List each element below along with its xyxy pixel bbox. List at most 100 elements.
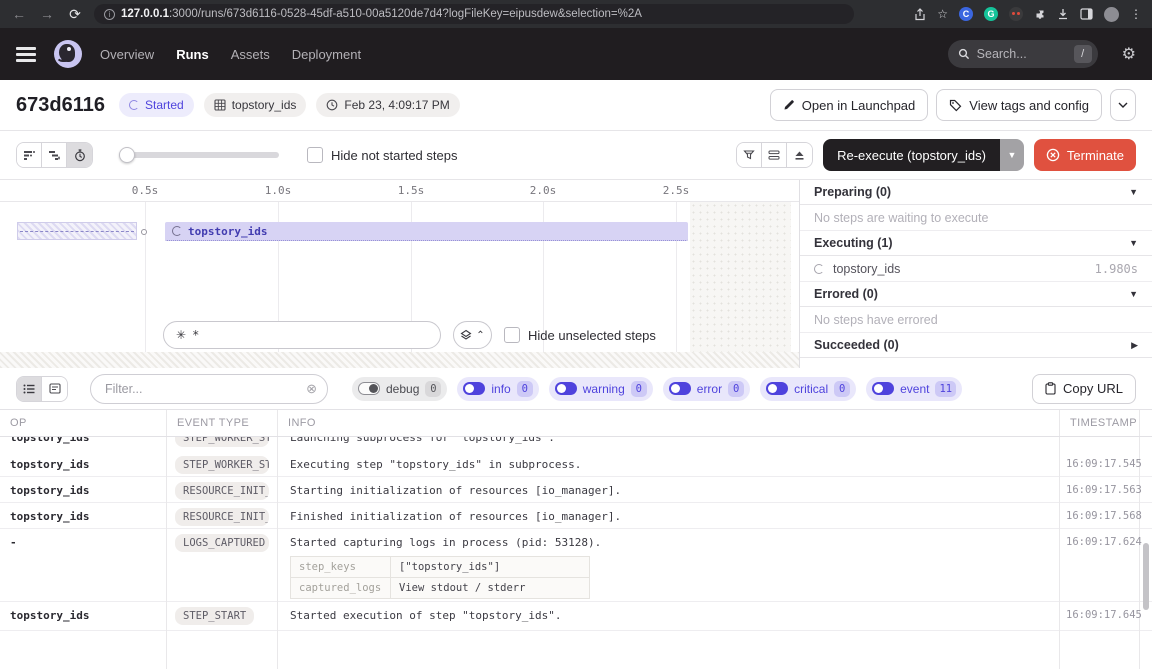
view-stdout-stderr-link[interactable]: View stdout / stderr xyxy=(391,578,533,598)
browser-reload-icon[interactable]: ⟳ xyxy=(66,6,84,23)
share-icon[interactable] xyxy=(914,8,926,21)
copy-url-button[interactable]: Copy URL xyxy=(1032,374,1136,404)
waterfall-view-button[interactable] xyxy=(42,143,67,167)
nav-tab-runs[interactable]: Runs xyxy=(176,47,209,62)
gantt-toolbar: Hide not started steps Re-execute (topst… xyxy=(0,131,1152,180)
clear-filter-icon[interactable]: ⊗ xyxy=(306,381,317,397)
status-spinner-icon xyxy=(129,100,139,110)
section-errored[interactable]: Errored (0) ▼ xyxy=(800,282,1152,307)
table-row[interactable]: topstory_ids RESOURCE_INIT_STAR_ Startin… xyxy=(0,477,1152,503)
stopwatch-icon xyxy=(74,149,86,162)
graph-layers-button[interactable]: ⌃ xyxy=(453,321,492,349)
download-icon[interactable] xyxy=(1057,8,1069,20)
hide-not-started-label: Hide not started steps xyxy=(331,148,457,163)
grammar-extension-icon[interactable]: G xyxy=(984,7,998,21)
level-count-badge: 0 xyxy=(425,381,441,397)
level-toggle-debug[interactable]: debug 0 xyxy=(352,377,447,401)
run-side-panel: Preparing (0) ▼ No steps are waiting to … xyxy=(800,180,1152,368)
level-count-badge: 0 xyxy=(834,381,850,397)
table-row[interactable]: topstory_ids STEP_START Started executio… xyxy=(0,602,1152,631)
bookmark-star-icon[interactable]: ☆ xyxy=(937,7,948,21)
reexecute-button[interactable]: Re-execute (topstory_ids) xyxy=(823,139,1000,171)
gantt-future-region xyxy=(690,202,791,352)
open-in-launchpad-button[interactable]: Open in Launchpad xyxy=(770,89,928,121)
section-preparing[interactable]: Preparing (0) ▼ xyxy=(800,180,1152,205)
table-empty-space xyxy=(0,631,1152,669)
gantt-step-bar[interactable]: topstory_ids xyxy=(165,222,688,241)
browser-forward-icon[interactable]: → xyxy=(38,6,56,22)
level-toggle-critical[interactable]: critical 0 xyxy=(760,377,856,401)
axis-tick: 0.5s xyxy=(132,184,159,197)
reexecute-split-button: Re-execute (topstory_ids) ▼ xyxy=(823,139,1024,171)
axis-tick: 2.0s xyxy=(530,184,557,197)
logs-structured-view-button[interactable] xyxy=(42,377,67,401)
password-extension-icon[interactable]: C xyxy=(959,7,973,21)
list-view-icon xyxy=(23,384,35,394)
step-selection-input[interactable]: ✳ * xyxy=(163,321,441,349)
gantt-section: 0.5s 1.0s 1.5s 2.0s 2.5s topstory_ids xyxy=(0,180,1152,368)
address-bar[interactable]: i 127.0.0.1:3000/runs/673d6116-0528-45df… xyxy=(94,4,854,24)
run-header-more-chevron-button[interactable] xyxy=(1110,89,1136,121)
nav-tab-overview[interactable]: Overview xyxy=(100,47,154,62)
nav-tab-assets[interactable]: Assets xyxy=(231,47,270,62)
table-row[interactable]: topstory_ids STEP_WORKER_STARTI_ Launchi… xyxy=(0,437,1152,451)
step-spinner-icon xyxy=(814,264,824,274)
terminate-button[interactable]: Terminate xyxy=(1034,139,1136,171)
flat-view-button[interactable] xyxy=(17,143,42,167)
hamburger-menu-icon[interactable] xyxy=(16,47,36,62)
axis-tick: 1.0s xyxy=(265,184,292,197)
gantt-zoom-slider[interactable] xyxy=(119,152,279,158)
level-toggle-event[interactable]: event 11 xyxy=(866,377,962,401)
logs-view-mode-group xyxy=(16,376,68,402)
executing-step-row[interactable]: topstory_ids 1.980s xyxy=(800,256,1152,282)
settings-gear-icon[interactable]: ⚙ xyxy=(1122,44,1136,64)
logs-filter-placeholder: Filter... xyxy=(105,382,298,396)
dagster-logo[interactable] xyxy=(54,40,82,68)
timed-view-button[interactable] xyxy=(67,143,92,167)
level-toggle-error[interactable]: error 0 xyxy=(663,377,750,401)
toggle-switch-icon xyxy=(766,382,788,395)
event-type-badge: LOGS_CAPTURED xyxy=(175,534,269,552)
logs-filter-input[interactable]: Filter... ⊗ xyxy=(90,374,328,404)
table-row-logs-captured[interactable]: - LOGS_CAPTURED Started capturing logs i… xyxy=(0,529,1152,602)
site-info-icon[interactable]: i xyxy=(104,9,115,20)
global-search-input[interactable]: Search... / xyxy=(948,40,1098,68)
section-succeeded[interactable]: Succeeded (0) ▶ xyxy=(800,333,1152,358)
job-name-tag[interactable]: topstory_ids xyxy=(204,93,307,117)
side-panel-icon[interactable] xyxy=(1080,8,1093,20)
nav-tab-deployment[interactable]: Deployment xyxy=(292,47,361,62)
hide-unselected-checkbox[interactable] xyxy=(504,327,520,343)
logs-table-header: OP EVENT TYPE INFO TIMESTAMP xyxy=(0,410,1152,437)
view-tags-config-button[interactable]: View tags and config xyxy=(936,89,1102,121)
col-op: OP xyxy=(0,410,167,436)
level-toggle-info[interactable]: info 0 xyxy=(457,377,538,401)
gantt-selection-controls: ✳ * ⌃ Hide unselected steps xyxy=(163,321,656,349)
col-info: INFO xyxy=(278,410,1060,436)
url-path: :3000/runs/673d6116-0528-45df-a510-00a51… xyxy=(169,8,642,20)
table-row[interactable]: topstory_ids RESOURCE_INIT_SUCC_ Finishe… xyxy=(0,503,1152,529)
browser-profile-avatar[interactable] xyxy=(1104,7,1119,22)
table-row[interactable]: topstory_ids STEP_WORKER_STARTED Executi… xyxy=(0,451,1152,477)
gantt-view-mode-group xyxy=(16,142,93,168)
dark-extension-icon[interactable] xyxy=(1009,7,1023,21)
axis-tick: 1.5s xyxy=(398,184,425,197)
clock-icon xyxy=(326,99,338,111)
app-nav: Overview Runs Assets Deployment Search..… xyxy=(0,28,1152,80)
eject-icon xyxy=(794,150,805,161)
slider-thumb[interactable] xyxy=(119,147,135,163)
reexecute-dropdown-caret[interactable]: ▼ xyxy=(1000,139,1024,171)
logs-scrollbar-thumb[interactable] xyxy=(1143,543,1149,610)
browser-menu-kebab-icon[interactable]: ⋮ xyxy=(1130,7,1142,21)
logs-list-view-button[interactable] xyxy=(17,377,42,401)
collapse-funnel-button[interactable] xyxy=(737,143,762,167)
caret-down-icon: ▼ xyxy=(1129,289,1138,299)
hide-not-started-checkbox[interactable] xyxy=(307,147,323,163)
extensions-puzzle-icon[interactable] xyxy=(1034,8,1046,20)
rows-view-button[interactable] xyxy=(762,143,787,167)
logs-table: OP EVENT TYPE INFO TIMESTAMP topstory_id… xyxy=(0,410,1152,669)
level-toggle-warning[interactable]: warning 0 xyxy=(549,377,653,401)
browser-back-icon[interactable]: ← xyxy=(10,6,28,22)
eject-top-button[interactable] xyxy=(787,143,812,167)
toggle-switch-icon xyxy=(872,382,894,395)
section-executing[interactable]: Executing (1) ▼ xyxy=(800,231,1152,256)
